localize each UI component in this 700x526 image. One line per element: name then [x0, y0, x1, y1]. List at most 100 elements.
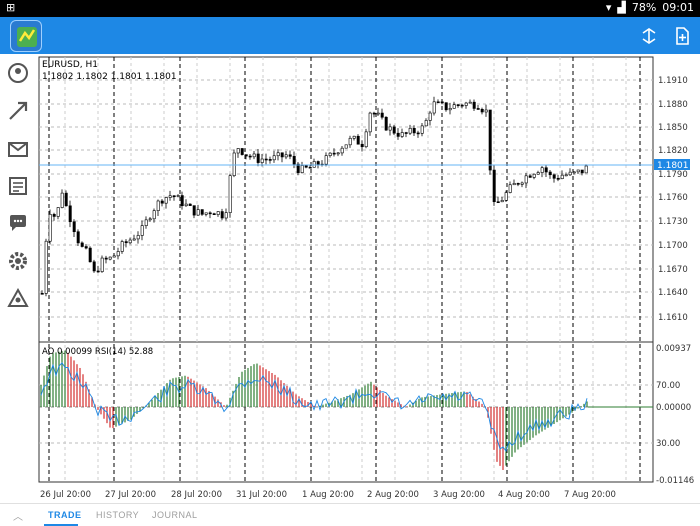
- candle-body: [196, 209, 200, 216]
- candle-body: [188, 203, 192, 206]
- indicator-axis-label: 30.00: [656, 439, 680, 449]
- candle-body: [276, 152, 280, 157]
- price-axis-label: 1.1760: [658, 193, 688, 203]
- indicator-axis-label: -0.01146: [656, 476, 694, 486]
- candle-body: [428, 112, 432, 121]
- candle-body: [48, 214, 52, 242]
- candle-body: [64, 192, 68, 207]
- candle-body: [496, 201, 500, 204]
- candle-body: [112, 255, 116, 258]
- candle-body: [424, 120, 428, 127]
- chevron-up-icon[interactable]: ︿: [13, 508, 23, 523]
- candle-body: [204, 212, 208, 215]
- candle-body: [580, 169, 584, 174]
- candle-body: [484, 109, 488, 113]
- candle-body: [436, 101, 440, 104]
- candle-body: [452, 104, 456, 109]
- signal-icon: ▟: [617, 1, 626, 14]
- price-chart[interactable]: 1.1801 EURUSD, H1 1.1802 1.1802 1.1801 1…: [0, 54, 700, 503]
- candle-body: [136, 235, 140, 240]
- chart-area[interactable]: 1.1801 EURUSD, H1 1.1802 1.1802 1.1801 1…: [0, 54, 700, 503]
- crosshair-indicator-icon[interactable]: [636, 23, 662, 49]
- candle-body: [556, 177, 560, 180]
- candle-body: [180, 195, 184, 207]
- candle-body: [480, 108, 484, 113]
- candle-body: [572, 171, 576, 174]
- date-axis-label: 1 Aug 20:00: [302, 490, 354, 500]
- candle-body: [456, 104, 460, 107]
- date-axis-label: 4 Aug 20:00: [498, 490, 550, 500]
- candle-body: [536, 172, 540, 175]
- candle-body: [440, 101, 444, 104]
- date-axis-label: 28 Jul 20:00: [171, 490, 222, 500]
- candle-body: [212, 213, 216, 215]
- candle-body: [524, 175, 528, 184]
- candle-body: [348, 137, 352, 146]
- candle-body: [92, 261, 96, 272]
- candle-body: [508, 184, 512, 193]
- bottom-tab-bar: ︿ TRADE HISTORY JOURNAL: [0, 503, 700, 526]
- candle-body: [160, 200, 164, 204]
- candle-body: [60, 192, 64, 208]
- candle-body: [488, 109, 492, 171]
- candle-body: [472, 101, 476, 109]
- candle-body: [324, 155, 328, 165]
- indicator-axis-label: 0.00937: [656, 344, 691, 354]
- candle-body: [244, 154, 248, 157]
- new-order-icon[interactable]: [669, 23, 695, 49]
- candle-body: [192, 205, 196, 216]
- candle-body: [444, 102, 448, 111]
- candle-body: [100, 257, 104, 272]
- symbol-label: EURUSD, H1: [42, 60, 98, 70]
- date-axis-label: 31 Jul 20:00: [236, 490, 287, 500]
- candle-body: [416, 132, 420, 135]
- candle-body: [340, 147, 344, 154]
- candle-body: [124, 241, 128, 244]
- price-axis-label: 1.1730: [658, 217, 688, 227]
- candle-body: [576, 169, 580, 173]
- date-axis-label: 3 Aug 20:00: [433, 490, 485, 500]
- candle-body: [248, 155, 252, 158]
- metatrader-logo-icon[interactable]: [10, 20, 42, 52]
- candle-body: [156, 200, 160, 211]
- indicator-axis-label: 0.00000: [656, 403, 691, 413]
- candle-body: [172, 195, 176, 198]
- top-toolbar: [0, 17, 700, 54]
- candle-body: [504, 192, 508, 201]
- candle-body: [228, 175, 232, 213]
- candle-body: [544, 167, 548, 173]
- candle-body: [152, 210, 156, 220]
- candle-body: [360, 143, 364, 148]
- candle-body: [88, 247, 92, 263]
- candle-body: [316, 161, 320, 166]
- tab-journal[interactable]: JOURNAL: [152, 510, 198, 520]
- candle-body: [84, 246, 88, 249]
- tab-trade[interactable]: TRADE: [48, 510, 82, 520]
- candle-body: [268, 159, 272, 161]
- candle-body: [184, 203, 188, 207]
- candle-body: [224, 212, 228, 219]
- candle-body: [256, 153, 260, 163]
- price-axis-label: 1.1850: [658, 123, 688, 133]
- candle-body: [464, 102, 468, 106]
- candle-body: [132, 238, 136, 241]
- candle-body: [344, 144, 348, 149]
- candle-body: [432, 101, 436, 114]
- candle-body: [376, 112, 380, 115]
- price-axis-label: 1.1790: [658, 170, 688, 180]
- candle-body: [80, 242, 84, 247]
- candle-body: [216, 211, 220, 215]
- ohlc-label: 1.1802 1.1802 1.1801 1.1801: [42, 72, 177, 82]
- wifi-icon: ▾: [605, 1, 612, 14]
- tab-history[interactable]: HISTORY: [96, 510, 139, 520]
- candle-body: [220, 211, 224, 219]
- candle-body: [540, 167, 544, 173]
- candle-body: [168, 195, 172, 198]
- clock: 09:01: [662, 1, 694, 14]
- candle-body: [328, 152, 332, 156]
- date-axis-label: 26 Jul 20:00: [40, 490, 91, 500]
- candle-body: [236, 148, 240, 154]
- price-axis-label: 1.1910: [658, 76, 688, 86]
- candle-body: [288, 154, 292, 157]
- candle-body: [420, 125, 424, 134]
